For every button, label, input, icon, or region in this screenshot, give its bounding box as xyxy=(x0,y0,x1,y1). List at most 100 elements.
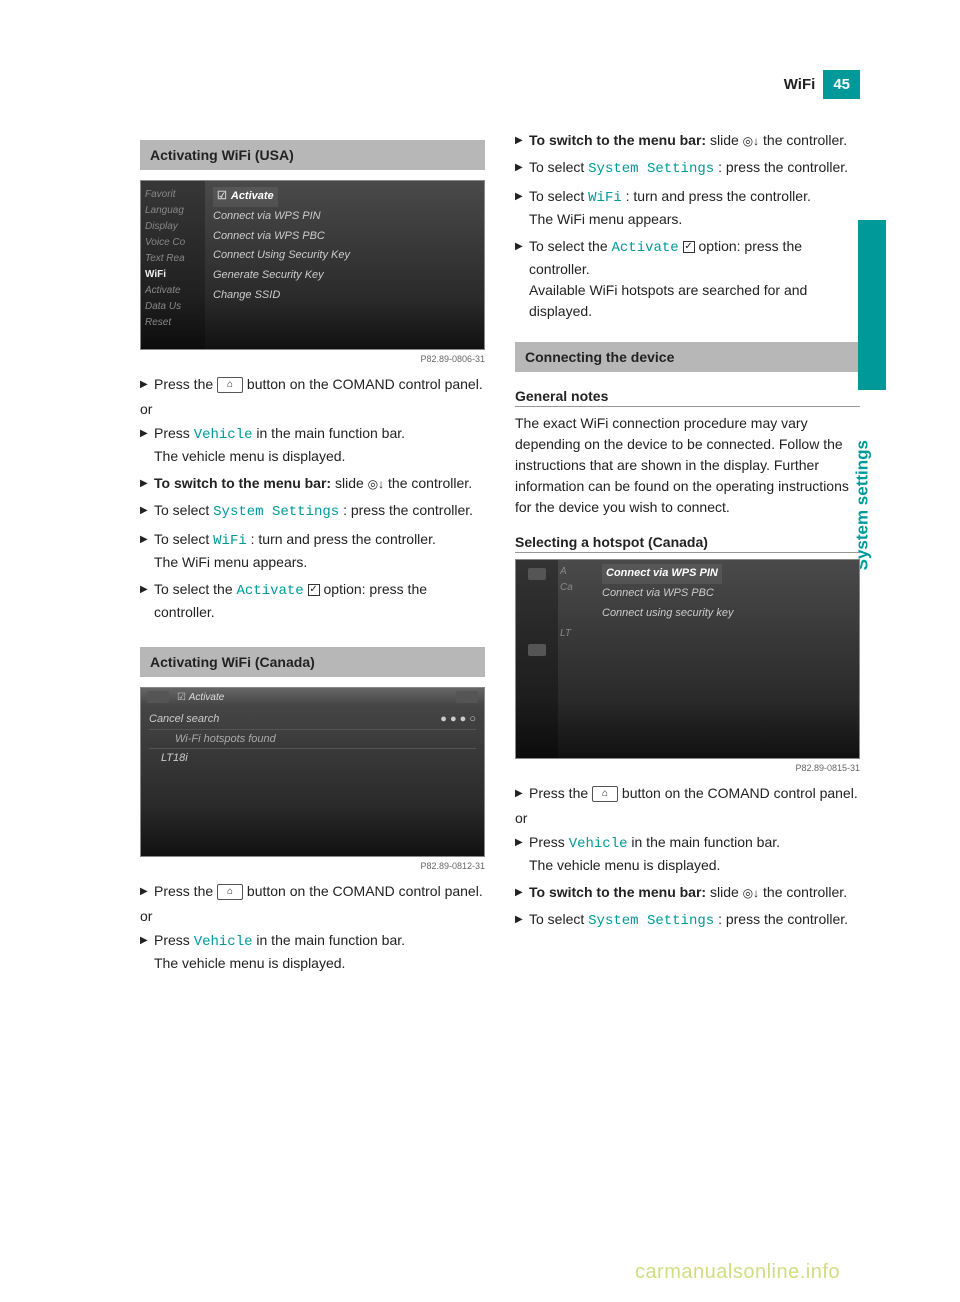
bullet-icon: ▶ xyxy=(140,933,154,948)
ss-mid-item: A xyxy=(560,564,592,580)
ss-menu-item: Connect via WPS PBC xyxy=(602,584,851,604)
step: ▶ To select the Activate ✓ option: press… xyxy=(140,579,485,623)
step-text: Press the xyxy=(154,376,217,392)
right-column: ▶ To switch to the menu bar: slide ◎↓ th… xyxy=(515,130,860,980)
step-text: Press xyxy=(529,834,569,850)
step-text: Press xyxy=(154,932,194,948)
ss-icon xyxy=(456,691,478,703)
step-text: the controller. xyxy=(388,475,472,491)
paragraph: The exact WiFi connection procedure may … xyxy=(515,413,860,518)
checkbox-icon: ✓ xyxy=(308,584,320,596)
step: ▶ To select WiFi : turn and press the co… xyxy=(515,186,860,230)
step-result: Available WiFi hotspots are searched for… xyxy=(529,282,807,319)
step: ▶ Press Vehicle in the main function bar… xyxy=(140,423,485,467)
step-bold: To switch to the menu bar: xyxy=(529,132,706,148)
step-text: slide xyxy=(710,884,743,900)
code-text: Activate xyxy=(612,240,679,256)
screenshot-caption: P82.89-0806-31 xyxy=(140,354,485,364)
ss-item: Data Us xyxy=(145,299,201,315)
code-text: System Settings xyxy=(588,161,714,177)
section-title-canada: Activating WiFi (Canada) xyxy=(140,647,485,677)
step: ▶ To select the Activate ✓ option: press… xyxy=(515,236,860,322)
step-text: button on the COMAND control panel. xyxy=(622,785,858,801)
ss-icon xyxy=(528,644,546,656)
page-header: WiFi 45 xyxy=(784,70,860,99)
ss-menu-item: Connect using security key xyxy=(602,604,851,624)
step: ▶ To select System Settings : press the … xyxy=(515,909,860,932)
step: ▶ To switch to the menu bar: slide ◎↓ th… xyxy=(515,130,860,151)
step: ▶ To select System Settings : press the … xyxy=(515,157,860,180)
ss-item: Reset xyxy=(145,315,201,331)
screenshot-usa-menu: Activate Connect via WPS PIN Connect via… xyxy=(205,181,484,312)
ss-item: Languag xyxy=(145,203,201,219)
side-section-label: System settings xyxy=(852,440,872,570)
ss-menu-item-selected: Activate xyxy=(213,187,278,207)
or-text: or xyxy=(140,401,485,417)
screenshot-usa-sidebar: Favorit Languag Display Voice Co Text Re… xyxy=(141,181,205,349)
step-bold: To switch to the menu bar: xyxy=(154,475,331,491)
ss-topbar-label: Activate xyxy=(177,692,224,703)
step: ▶ To switch to the menu bar: slide ◎↓ th… xyxy=(515,882,860,903)
screenshot-caption: P82.89-0815-31 xyxy=(515,763,860,773)
bullet-icon: ▶ xyxy=(515,912,529,927)
ss-menu-item: Connect via WPS PIN xyxy=(213,207,476,227)
side-tab xyxy=(858,220,886,390)
bullet-icon: ▶ xyxy=(515,786,529,801)
ss-row: Cancel search xyxy=(149,713,219,725)
step-text: the controller. xyxy=(763,132,847,148)
bullet-icon: ▶ xyxy=(515,133,529,148)
step-text: in the main function bar. xyxy=(631,834,780,850)
step-text: : press the controller. xyxy=(343,502,473,518)
step: ▶ To select System Settings : press the … xyxy=(140,500,485,523)
subheading-general: General notes xyxy=(515,388,860,407)
screenshot-caption: P82.89-0812-31 xyxy=(140,861,485,871)
step-bold: To switch to the menu bar: xyxy=(529,884,706,900)
step: ▶ Press the ⌂ button on the COMAND contr… xyxy=(140,881,485,902)
step-text: To select the xyxy=(154,581,237,597)
step-text: in the main function bar. xyxy=(256,932,405,948)
ss-mid-item: LT xyxy=(560,626,592,642)
code-text: Vehicle xyxy=(569,836,628,852)
step-text: To select xyxy=(529,188,588,204)
comand-button-icon: ⌂ xyxy=(217,377,243,393)
ss-item: Favorit xyxy=(145,187,201,203)
bullet-icon: ▶ xyxy=(140,426,154,441)
bullet-icon: ▶ xyxy=(515,239,529,254)
step: ▶ Press Vehicle in the main function bar… xyxy=(515,832,860,876)
section-title-usa: Activating WiFi (USA) xyxy=(140,140,485,170)
step: ▶ To select WiFi : turn and press the co… xyxy=(140,529,485,573)
ss-row-header: Wi-Fi hotspots found xyxy=(149,729,476,750)
screenshot-canada-activate: Activate Cancel search ● ● ● ○ Wi-Fi hot… xyxy=(140,687,485,857)
ss-item-selected: WiFi xyxy=(145,267,201,283)
ss-menu-item: Change SSID xyxy=(213,286,476,306)
ss-menu-item: Connect Using Security Key xyxy=(213,246,476,266)
or-text: or xyxy=(140,908,485,924)
step-text: : press the controller. xyxy=(718,159,848,175)
step-text: Press the xyxy=(154,883,217,899)
step-text: button on the COMAND control panel. xyxy=(247,883,483,899)
step-text: To select xyxy=(154,502,213,518)
step-result: The vehicle menu is displayed. xyxy=(154,955,345,971)
step-text: : press the controller. xyxy=(718,911,848,927)
bullet-icon: ▶ xyxy=(515,835,529,850)
or-text: or xyxy=(515,810,860,826)
bullet-icon: ▶ xyxy=(140,377,154,392)
step-text: button on the COMAND control panel. xyxy=(247,376,483,392)
step-text: To select xyxy=(529,159,588,175)
step-result: The vehicle menu is displayed. xyxy=(154,448,345,464)
ss-item: Text Rea xyxy=(145,251,201,267)
code-text: WiFi xyxy=(588,190,622,206)
ss-midbar: A Ca LT xyxy=(558,560,594,758)
step-text: in the main function bar. xyxy=(256,425,405,441)
slider-down-icon: ◎↓ xyxy=(368,475,384,493)
page-number: 45 xyxy=(823,70,860,99)
step-text: To select xyxy=(154,531,213,547)
ss-icon xyxy=(528,568,546,580)
step-result: The vehicle menu is displayed. xyxy=(529,857,720,873)
section-title-connecting: Connecting the device xyxy=(515,342,860,372)
watermark: carmanualsonline.info xyxy=(635,1261,840,1284)
ss-topbar: Activate xyxy=(141,688,484,706)
code-text: System Settings xyxy=(588,913,714,929)
ss-menu-item: Connect via WPS PBC xyxy=(213,227,476,247)
step-text: Press the xyxy=(529,785,592,801)
